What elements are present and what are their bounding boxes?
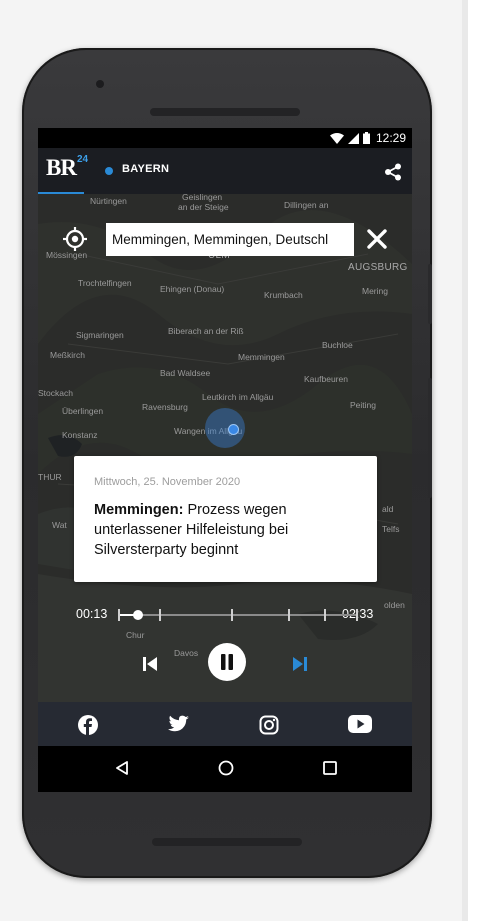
skip-next-icon[interactable] [292,656,308,672]
battery-icon [362,132,370,144]
home-icon[interactable] [218,760,234,776]
map-label: Nürtingen [90,196,127,206]
location-accuracy-circle [205,408,245,448]
location-search-input[interactable] [112,232,348,247]
news-date: Mittwoch, 25. November 2020 [94,476,241,488]
map-label: Sigmaringen [76,330,124,340]
map-label: Bad Waldsee [160,368,211,378]
map-label: Peiting [350,400,376,410]
earpiece-speaker [150,108,300,116]
status-bar: 12:29 [38,128,412,148]
map-label: Telfs [382,524,400,534]
instagram-icon[interactable] [259,715,279,735]
map-label: ald [382,504,394,514]
map-label: Davos [174,648,199,658]
elapsed-time: 00:13 [76,607,108,621]
phone-screen: 12:29 BR24 BAYERN Nürtingen Geislingen a… [38,128,412,792]
map-label: Chur [126,630,145,640]
facebook-icon[interactable] [78,715,98,735]
chapter-marker [230,609,233,621]
map-label: Kaufbeuren [304,374,348,384]
map-label: Meßkirch [50,350,85,360]
map-label: Wat [52,520,67,530]
crosshair-icon[interactable] [62,226,88,252]
progress-track[interactable] [118,609,358,621]
signal-icon [347,132,359,144]
map-label: Ehingen (Donau) [160,284,225,294]
logo-text: BR [46,155,77,180]
map-label: Buchloe [322,340,353,350]
front-camera [96,80,104,88]
bottom-speaker [152,838,302,846]
map-label: Biberach an der Riß [168,326,244,336]
location-search-box[interactable] [106,223,354,256]
map-label: THUR [38,472,62,482]
logo-superscript: 24 [76,154,89,166]
map-view[interactable]: Nürtingen Geislingen an der Steige Dilli… [38,192,412,702]
back-icon[interactable] [114,760,130,776]
map-label: Mering [362,286,388,296]
youtube-icon[interactable] [348,715,372,733]
volume-button [428,378,432,498]
map-label: Memmingen [238,352,285,362]
br24-logo[interactable]: BR24 [46,154,89,181]
location-marker[interactable] [228,424,239,435]
chapter-marker [288,609,291,621]
close-icon[interactable] [366,228,388,250]
news-card[interactable]: Mittwoch, 25. November 2020 Memmingen: P… [74,456,377,582]
twitter-icon[interactable] [166,715,190,735]
chapter-marker [118,609,120,621]
map-label: Ravensburg [142,402,188,412]
map-label: olden [384,600,405,610]
app-bar [38,148,412,194]
wifi-icon [329,132,344,144]
chapter-marker [324,609,327,621]
region-indicator-dot [105,167,113,175]
skip-previous-icon[interactable] [142,656,158,672]
chapter-marker [158,609,161,621]
pause-icon [221,654,233,670]
region-label[interactable]: BAYERN [122,163,169,175]
news-title-location: Memmingen: [94,502,184,518]
map-label: Leutkirch im Allgäu [202,392,274,402]
map-label: Konstanz [62,430,98,440]
map-label: Überlingen [62,406,104,416]
status-time: 12:29 [375,131,406,145]
map-label: Stockach [38,388,73,398]
map-label: an der Steige [178,202,229,212]
pause-button[interactable] [208,643,246,681]
map-label: Geislingen [182,192,223,202]
chapter-marker [356,609,358,621]
news-title: Memmingen: Prozess wegen unterlassener H… [94,500,364,560]
map-label: AUGSBURG [348,262,408,273]
social-bar [38,702,412,746]
android-navigation-bar [38,746,412,792]
recents-icon[interactable] [322,760,338,776]
map-label: Krumbach [264,290,303,300]
map-label: Dillingen an [284,200,329,210]
power-button [428,264,432,324]
page-edge [462,0,468,921]
share-icon[interactable] [384,163,402,181]
map-label: Trochtelfingen [78,278,132,288]
